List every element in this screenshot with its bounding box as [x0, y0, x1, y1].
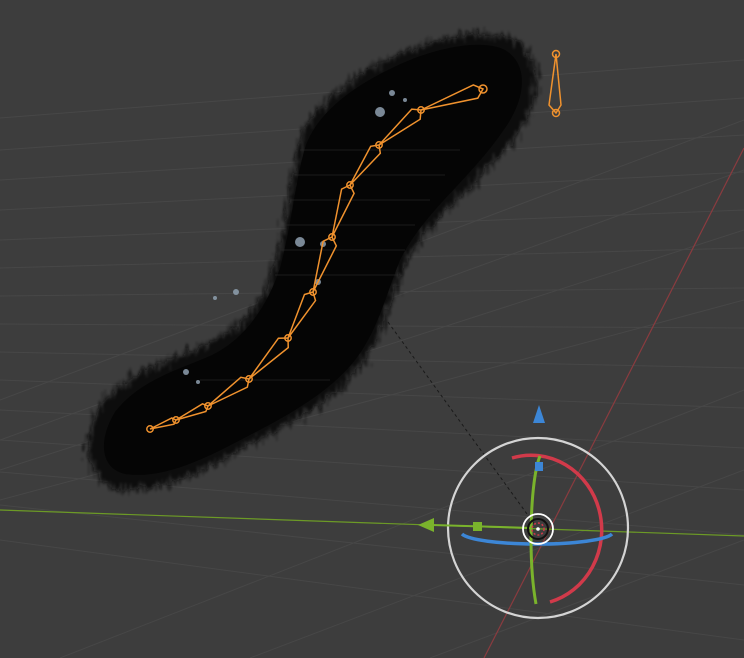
z-scale-handle[interactable] — [535, 462, 543, 471]
y-scale-handle[interactable] — [473, 522, 482, 531]
viewport-canvas[interactable] — [0, 0, 744, 658]
3d-viewport[interactable] — [0, 0, 744, 658]
